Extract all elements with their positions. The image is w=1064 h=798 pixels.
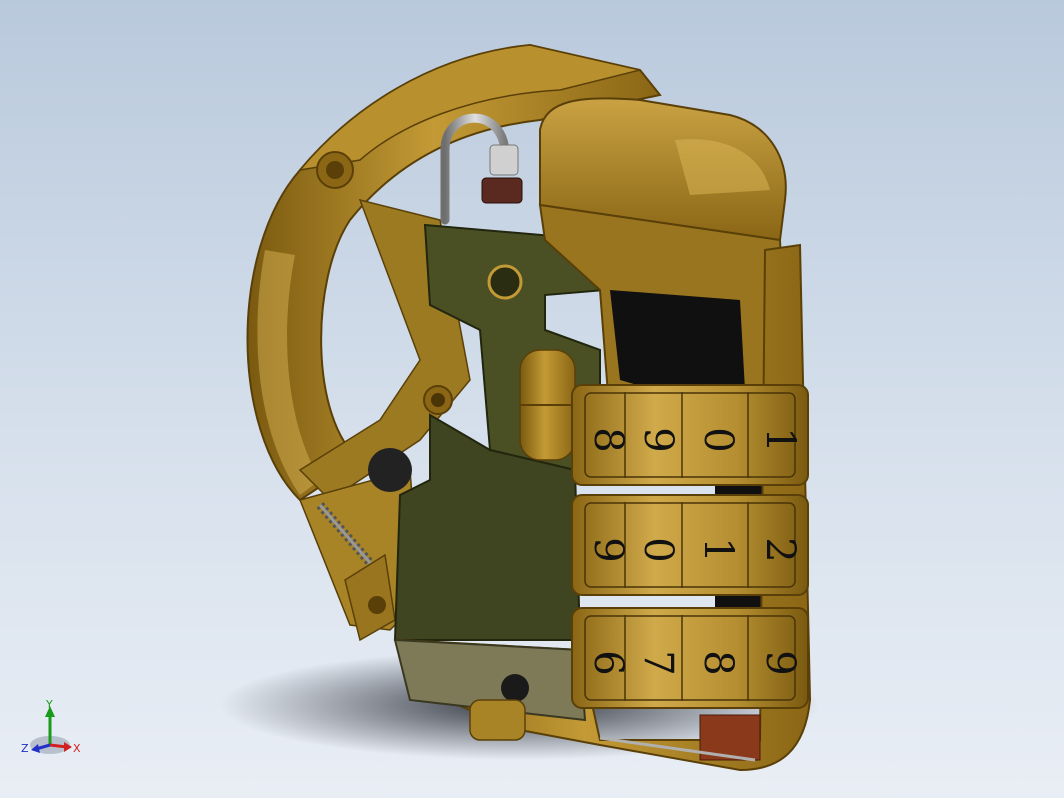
- lock-model[interactable]: 8 9 0 1 9 0 1 2 6 7 8 9 Y X Z: [0, 0, 1064, 798]
- dial-2[interactable]: 9 0 1 2: [571, 494, 809, 596]
- dial-1-digit-3: 0: [695, 427, 741, 452]
- dial-1-digit-1: 8: [585, 427, 631, 452]
- dial-3-digit-4: 9: [757, 650, 803, 675]
- dial-2-digit-4: 2: [757, 537, 803, 562]
- dial-2-digit-3: 1: [695, 537, 741, 562]
- roller: [519, 349, 576, 461]
- cad-viewport[interactable]: 8 9 0 1 9 0 1 2 6 7 8 9 Y X Z: [0, 0, 1064, 798]
- dial-3[interactable]: 6 7 8 9: [571, 607, 809, 709]
- axis-triad[interactable]: Y X Z: [21, 698, 81, 755]
- dial-2-digit-2: 0: [635, 537, 681, 562]
- x-axis-label: X: [73, 742, 81, 755]
- dial-3-digit-2: 7: [635, 650, 681, 675]
- dial-1-digit-4: 1: [757, 427, 803, 452]
- dial-3-digit-1: 6: [585, 650, 631, 675]
- dial-1[interactable]: 8 9 0 1: [571, 384, 809, 486]
- dial-3-digit-3: 8: [695, 650, 741, 675]
- dial-2-digit-1: 9: [585, 537, 631, 562]
- y-axis-label: Y: [45, 698, 53, 711]
- z-axis-label: Z: [21, 742, 29, 755]
- dial-1-digit-2: 9: [635, 427, 681, 452]
